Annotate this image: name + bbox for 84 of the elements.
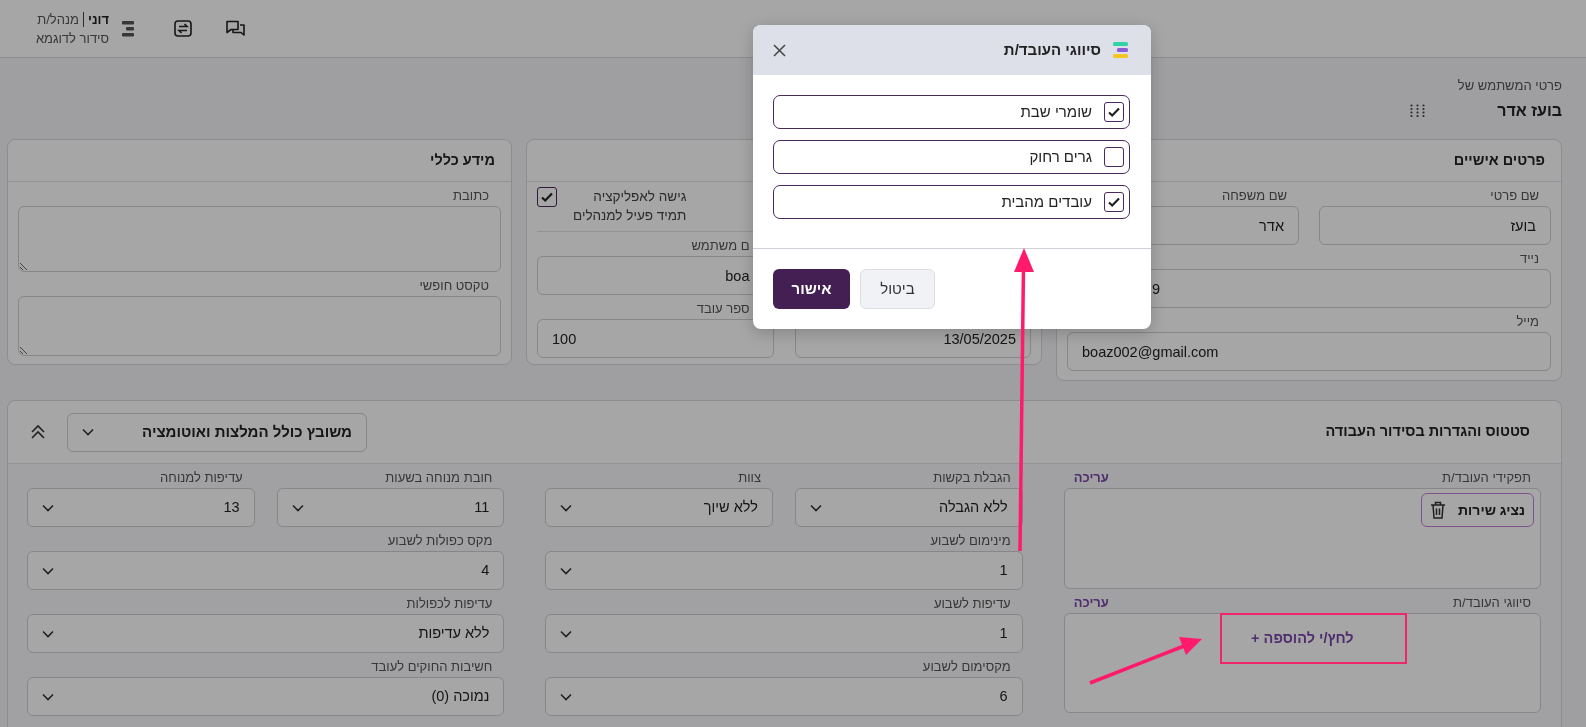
chevron-down-icon — [560, 692, 573, 701]
field-label: חשיבות החוקים לעובד — [371, 659, 493, 674]
dropdown-field[interactable]: משובץ כולל המלצות ואוטומציה — [67, 412, 367, 452]
cancel-button[interactable]: ביטול — [860, 269, 935, 309]
checkbox[interactable] — [1104, 147, 1124, 167]
dialog-title: סיווגי העובד/ת — [1003, 39, 1101, 60]
field-label: צוות — [738, 470, 761, 485]
textarea-field[interactable] — [18, 296, 501, 356]
user-role: מנהל/ת — [37, 11, 79, 27]
add-link[interactable]: לחץ/י להוספה + — [1251, 628, 1354, 650]
field-label: מייל — [1516, 314, 1539, 329]
text-field[interactable]: 100 — [537, 319, 774, 358]
field-label: ם משתמש — [691, 238, 750, 253]
field-label: תפקידי העובד/ת — [1442, 470, 1531, 486]
swap-icon[interactable] — [174, 20, 192, 37]
confirm-button[interactable]: אישור — [773, 269, 850, 309]
collapse-icon[interactable] — [30, 424, 46, 440]
chevron-down-icon — [42, 692, 54, 701]
field-label: עדיפות למנוחה — [160, 470, 243, 485]
dropdown-field[interactable]: נמוכה (0) — [27, 677, 505, 716]
checkbox[interactable] — [537, 187, 557, 207]
field-label: מקס כפולות לשבוע — [387, 533, 493, 548]
field-label: עדיפות לשבוע — [933, 596, 1011, 611]
dropdown-field[interactable]: ללא עדיפות — [27, 614, 505, 653]
option-row[interactable]: עובדים מהבית — [773, 185, 1130, 219]
dropdown-field[interactable]: 1 — [545, 551, 1023, 590]
dropdown-field[interactable]: 13 — [27, 488, 255, 527]
edit-link[interactable]: עריכה — [1073, 470, 1109, 486]
close-icon[interactable] — [773, 43, 786, 57]
dots-grid-icon[interactable] — [1410, 104, 1426, 118]
chevron-down-icon — [810, 503, 822, 512]
field-label: חובת מנוחה בשעות — [385, 470, 493, 485]
card-title: פרטים אישיים — [1453, 150, 1545, 170]
email-field[interactable]: boaz002@gmail.com — [1067, 332, 1551, 371]
field-label: מינימום לשבוע — [930, 533, 1011, 548]
check-icon — [1107, 195, 1121, 209]
trash-icon[interactable] — [1430, 501, 1447, 519]
schedule-name: סידור לדוגמא — [35, 30, 109, 46]
field-label: שם משפחה — [1222, 188, 1287, 203]
option-row[interactable]: גרים רחוק — [773, 140, 1130, 174]
user-name: דוני — [82, 11, 109, 27]
chevron-down-icon — [560, 503, 573, 512]
chevron-down-icon — [560, 629, 573, 638]
tag-label: נציג שירות — [1458, 500, 1525, 520]
check-icon — [1107, 105, 1121, 119]
check-icon — [540, 190, 554, 204]
card-title: מידע כללי — [430, 150, 495, 170]
field-label: סיווגי העובד/ת — [1453, 595, 1531, 611]
field-label: שם פרטי — [1490, 188, 1539, 203]
dropdown-field[interactable]: 1 — [545, 614, 1023, 653]
setting-label: גישה לאפליקציה — [593, 189, 687, 204]
dropdown-field[interactable]: 11 — [276, 488, 505, 527]
setting-note: תמיד פעיל למנהלים — [573, 208, 687, 223]
option-label: גרים רחוק — [1029, 146, 1092, 167]
chevron-down-icon — [42, 629, 54, 638]
option-row[interactable]: שומרי שבת — [773, 95, 1130, 129]
caption: פרטי המשתמש של — [1457, 78, 1562, 93]
field-label: מקסימום לשבוע — [922, 659, 1011, 674]
chevron-down-icon — [42, 566, 54, 575]
logo-icon — [1113, 42, 1128, 58]
text-field[interactable]: בועז — [1319, 206, 1551, 245]
user-full-name: בועז אדר — [1497, 101, 1562, 121]
field-label: ספר עובד — [696, 301, 750, 316]
edit-link[interactable]: עריכה — [1073, 595, 1109, 611]
field-label: כתובת — [453, 188, 489, 203]
chat-icon[interactable] — [226, 20, 245, 37]
dropdown-field[interactable]: ללא שיוך — [545, 488, 773, 527]
chevron-down-icon — [291, 503, 304, 512]
option-label: שומרי שבת — [1020, 101, 1092, 122]
chevron-down-icon — [82, 428, 94, 436]
chevron-down-icon — [42, 503, 54, 512]
section-title: סטטוס והגדרות בסידור העבודה — [1325, 422, 1530, 442]
dropdown-field[interactable]: 6 — [545, 677, 1023, 716]
dropdown-field[interactable]: ללא הגבלה — [795, 488, 1023, 527]
textarea-field[interactable] — [18, 206, 501, 272]
field-label: נייד — [1519, 251, 1539, 266]
chevron-down-icon — [560, 566, 573, 575]
dropdown-field[interactable]: 4 — [27, 551, 505, 590]
field-label: עדיפות לכפולות — [406, 596, 493, 611]
checkbox[interactable] — [1104, 192, 1124, 212]
logo-icon[interactable] — [121, 20, 135, 37]
checkbox[interactable] — [1104, 102, 1124, 122]
field-label: טקסט חופשי — [419, 278, 489, 293]
field-label: הגבלת בקשות — [933, 470, 1011, 485]
